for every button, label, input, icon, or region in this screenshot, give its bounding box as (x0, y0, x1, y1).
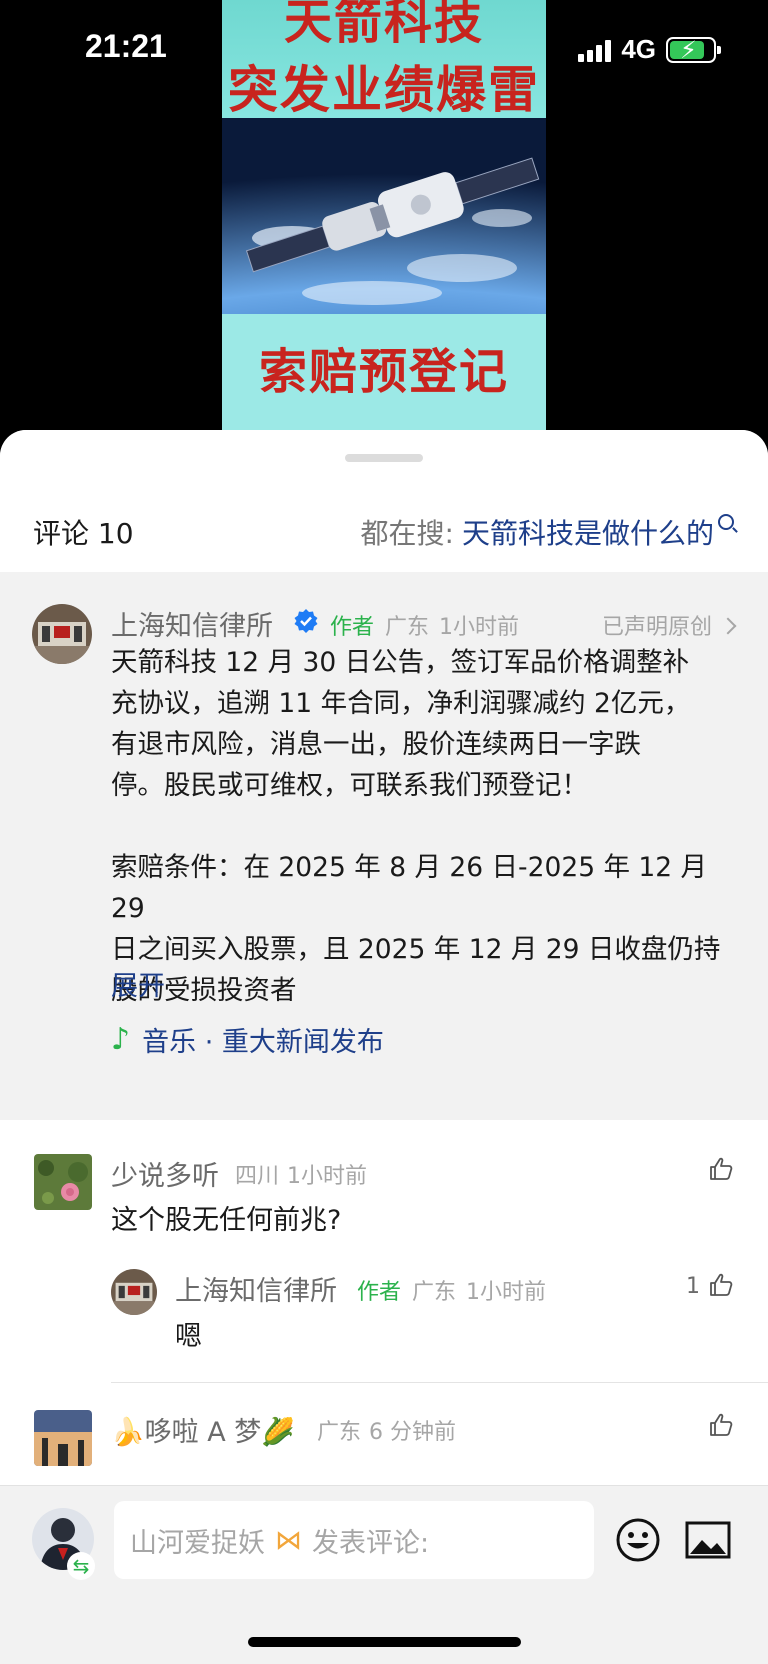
comment-sheet: 评论 10 都在搜: 天箭科技是做什么的 上海知信律所 作者 广东 1小时前 已… (0, 430, 768, 1663)
trending-search-term[interactable]: 天箭科技是做什么的 (462, 512, 714, 552)
avatar[interactable] (34, 1154, 92, 1210)
commenter-name[interactable]: 少说多听 (111, 1154, 219, 1193)
network-type: 4G (621, 34, 656, 64)
trending-search-prefix: 都在搜: (360, 517, 454, 550)
chevron-right-icon (719, 617, 737, 635)
music-label: 音乐 · 重大新闻发布 (142, 1027, 384, 1058)
image-icon[interactable] (684, 1518, 732, 1562)
reply-location: 广东 (412, 1280, 457, 1305)
poster-headline-1: 天箭科技 (283, 0, 484, 50)
music-link[interactable]: ♪ 音乐 · 重大新闻发布 (111, 1020, 384, 1059)
original-label: 已声明原创 (601, 615, 712, 640)
comment-list: 少说多听 四川 1小时前 这个股无任何前兆? 上海知信律所 作者 广东 1小时前… (0, 1120, 768, 1515)
battery-icon: ⚡ (666, 36, 721, 64)
author-post: 上海知信律所 作者 广东 1小时前 已声明原创 天箭科技 12 月 30 日公告… (0, 572, 768, 1120)
poster-footer: 索赔预登记 (222, 314, 546, 430)
verified-badge-icon (293, 608, 319, 634)
original-declaration[interactable]: 已声明原创 (601, 609, 737, 641)
reply-author-name[interactable]: 上海知信律所 (175, 1269, 337, 1308)
author-tag: 作者 (357, 1280, 402, 1305)
space-station-image (222, 118, 546, 314)
author-tag: 作者 (330, 615, 375, 640)
comment-body: 这个股无任何前兆? (111, 1205, 342, 1236)
avatar[interactable] (32, 604, 92, 664)
thumbs-up-icon[interactable] (708, 1272, 734, 1298)
comment-input[interactable]: 山河爱捉妖 ⋈ 发表评论: (114, 1501, 594, 1579)
home-indicator[interactable] (248, 1637, 521, 1647)
sheet-header: 评论 10 都在搜: 天箭科技是做什么的 (0, 430, 768, 572)
emoji-icon[interactable] (614, 1516, 662, 1564)
post-body: 天箭科技 12 月 30 日公告，签订军品价格调整补 充协议，追溯 11 年合同… (111, 647, 721, 1006)
bow-icon: ⋈ (275, 1524, 302, 1556)
expand-link[interactable]: 展开 (111, 964, 165, 1003)
poster-subline: 索赔预登记 (258, 344, 509, 400)
video-player[interactable]: 天箭科技 突发业绩爆雷 索赔预登记 (222, 0, 546, 430)
comment-location: 广东 (317, 1420, 362, 1445)
commenter-name[interactable]: 🍌哆啦 A 梦🌽 (111, 1410, 295, 1449)
reply-time: 1小时前 (466, 1280, 546, 1305)
music-note-icon: ♪ (111, 1022, 131, 1057)
trending-search[interactable]: 都在搜: 天箭科技是做什么的 (361, 512, 734, 552)
comment-time: 1小时前 (287, 1164, 367, 1189)
poster-header: 天箭科技 突发业绩爆雷 (222, 0, 546, 119)
composer-username: 山河爱捉妖 (130, 1527, 265, 1559)
switch-account-icon[interactable]: ⇆ (67, 1552, 95, 1580)
post-location: 广东 (385, 615, 430, 640)
comment-location: 四川 (235, 1164, 280, 1189)
drag-handle[interactable] (345, 454, 423, 462)
reply-body: 嗯 (175, 1321, 202, 1352)
comment-time: 6 分钟前 (369, 1420, 456, 1445)
poster-headline-2: 突发业绩爆雷 (228, 60, 540, 119)
avatar[interactable] (34, 1410, 92, 1466)
divider (111, 1382, 768, 1383)
author-name[interactable]: 上海知信律所 (111, 604, 273, 643)
thumbs-up-icon[interactable] (708, 1412, 734, 1438)
avatar[interactable] (111, 1269, 157, 1315)
comment-count: 评论 10 (33, 517, 134, 550)
thumbs-up-icon[interactable] (708, 1156, 734, 1182)
status-time: 21:21 (85, 28, 167, 64)
reply-like-count: 1 (686, 1274, 700, 1299)
post-time: 1小时前 (439, 615, 519, 640)
status-indicators: 4G ⚡ (578, 34, 721, 65)
comment-placeholder: 发表评论: (312, 1527, 430, 1559)
signal-icon (578, 38, 612, 62)
search-icon (718, 514, 734, 530)
